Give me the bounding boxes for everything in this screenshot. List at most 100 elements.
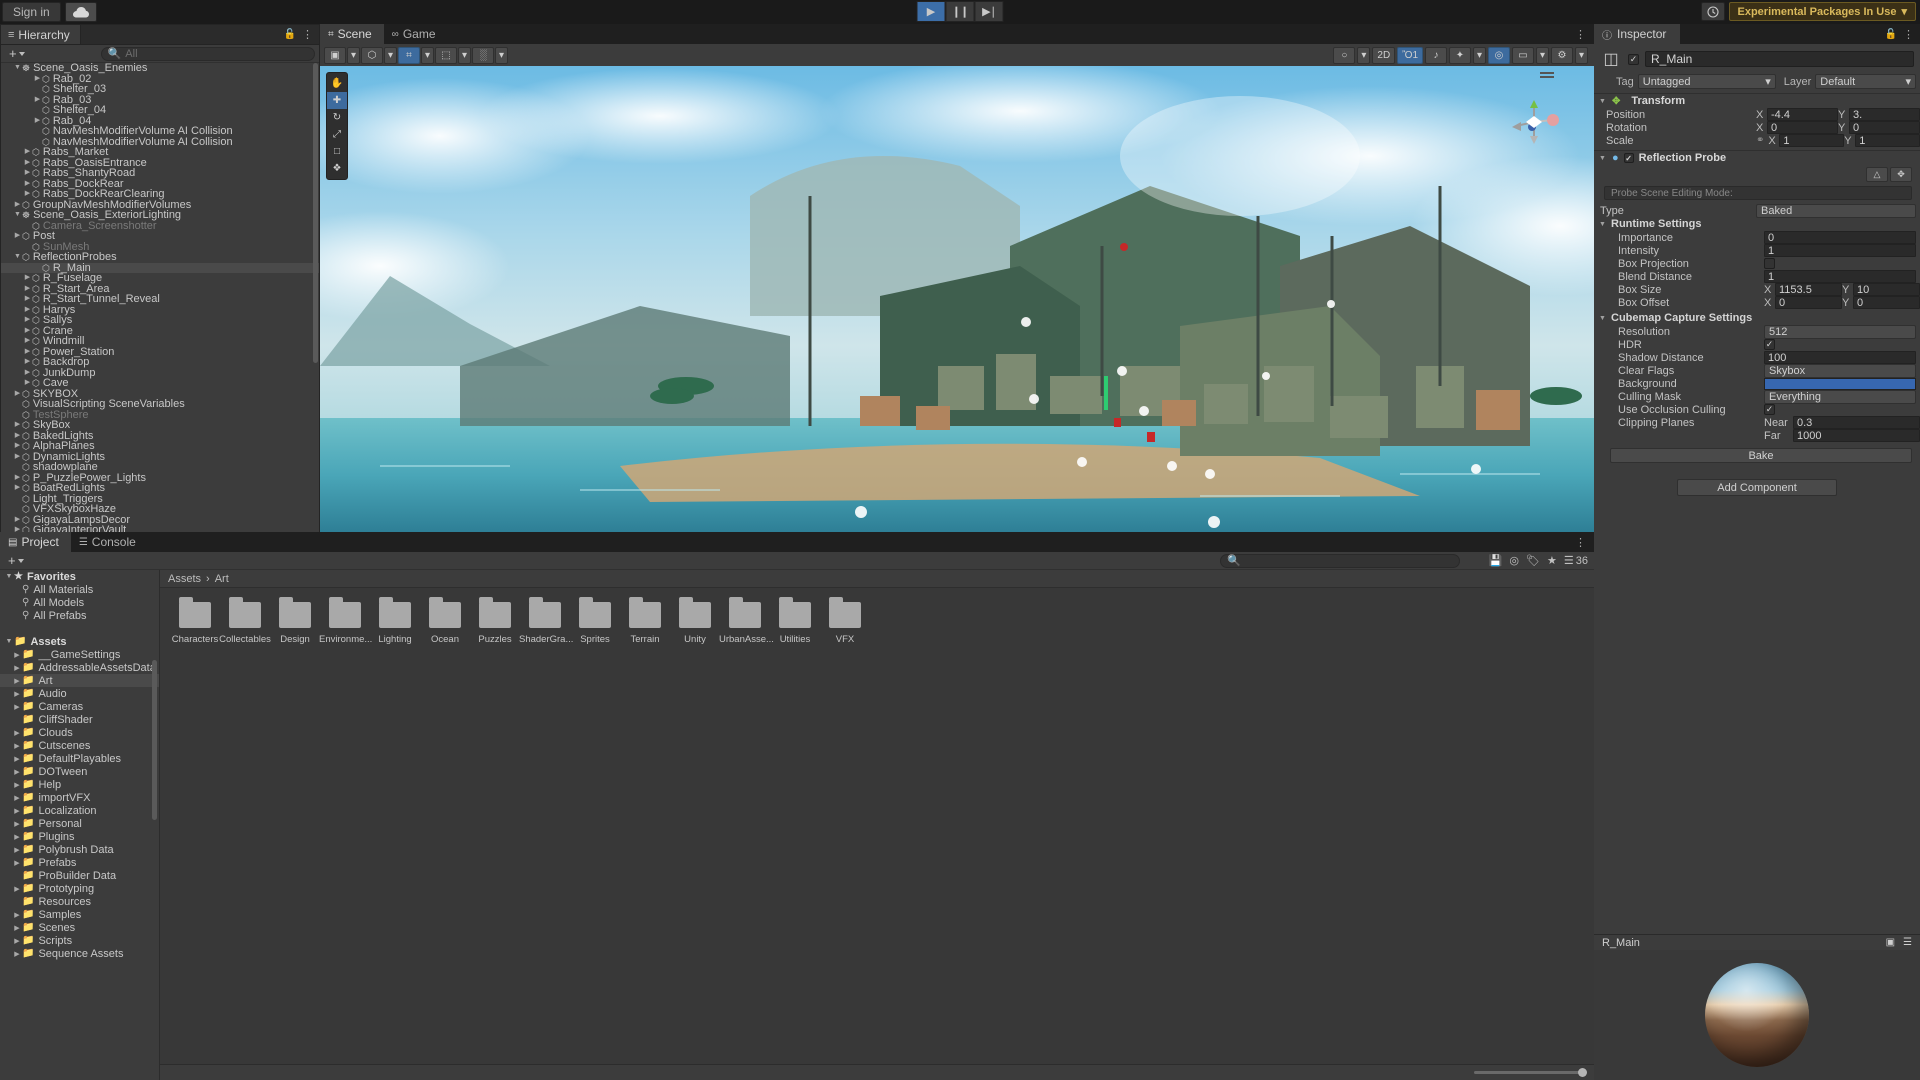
chevron-right-icon[interactable]: ▶ [12, 859, 22, 867]
probe-type-dropdown[interactable]: Baked [1756, 204, 1916, 218]
chevron-right-icon[interactable]: ▶ [12, 768, 22, 776]
foldout-arrow-icon[interactable]: ▼ [1598, 315, 1607, 322]
foldout-arrow-icon[interactable]: ▼ [1598, 155, 1607, 162]
asset-folder-puzzles[interactable]: Puzzles [470, 602, 520, 645]
hierarchy-item-reflectionprobes[interactable]: ▼⬡ReflectionProbes [1, 252, 319, 263]
layer-dropdown[interactable]: Default ▾ [1815, 74, 1916, 89]
transform-rotation-x-input[interactable]: 0 [1767, 121, 1838, 134]
asset-folder-lighting[interactable]: Lighting [370, 602, 420, 645]
tab-game[interactable]: ∞Game [384, 24, 448, 44]
camera-settings-button[interactable]: ▭ [1512, 47, 1534, 64]
hierarchy-item-shadowplane[interactable]: ⬡shadowplane [1, 462, 319, 473]
chevron-right-icon[interactable]: ▶ [33, 74, 42, 85]
experimental-packages-badge[interactable]: Experimental Packages In Use ▾ [1729, 2, 1917, 21]
runtime-intensity-input[interactable]: 1 [1764, 244, 1916, 257]
hierarchy-item-rabs-shantyroad[interactable]: ▶⬡Rabs_ShantyRoad [1, 168, 319, 179]
scene-view-drag-handle-2[interactable] [1540, 76, 1554, 78]
tab-inspector[interactable]: ⓘ Inspector [1594, 24, 1680, 44]
hierarchy-item-scene-oasis-exteriorlighting[interactable]: ▼☸Scene_Oasis_ExteriorLighting [1, 210, 319, 221]
transform-scale-x-input[interactable]: 1 [1779, 134, 1844, 147]
project-tree-item-favorites[interactable]: ▼★Favorites [0, 570, 159, 583]
project-tree-item--gamesettings[interactable]: ▶📁__GameSettings [0, 648, 159, 661]
chevron-right-icon[interactable]: ▶ [12, 820, 22, 828]
history-clock-icon[interactable] [1701, 2, 1725, 21]
gizmos-dropdown[interactable]: ▾ [1575, 47, 1588, 64]
hidden-objects-button[interactable]: ◎ [1488, 47, 1510, 64]
asset-folder-unity[interactable]: Unity [670, 602, 720, 645]
hierarchy-item-shelter-04[interactable]: ⬡Shelter_04 [1, 105, 319, 116]
asset-folder-ocean[interactable]: Ocean [420, 602, 470, 645]
thumbnail-zoom-slider[interactable] [1474, 1071, 1584, 1074]
cubemap-settings-header[interactable]: ▼ Cubemap Capture Settings [1594, 311, 1920, 325]
project-tree-item-prototyping[interactable]: ▶📁Prototyping [0, 882, 159, 895]
rect-tool-icon[interactable]: □ [327, 143, 347, 160]
hierarchy-item-skybox[interactable]: ▶⬡SkyBox [1, 420, 319, 431]
chevron-right-icon[interactable]: ▶ [23, 294, 32, 305]
chevron-right-icon[interactable]: ▶ [23, 378, 32, 389]
chevron-right-icon[interactable]: ▶ [13, 200, 22, 211]
runtime-blend-distance-input[interactable]: 1 [1764, 270, 1916, 283]
scene-menu-icon[interactable]: ⋮ [1567, 24, 1594, 44]
bake-button[interactable]: Bake [1610, 448, 1912, 463]
transform-position-x-input[interactable]: -4.4 [1767, 108, 1838, 121]
scene-viewport[interactable]: ✋✚↻⤢□❖ [320, 66, 1594, 532]
cubemap-background-color-field[interactable] [1764, 378, 1916, 390]
hierarchy-item-r-start-tunnel-reveal[interactable]: ▶⬡R_Start_Tunnel_Reveal [1, 294, 319, 305]
cubemap-hdr-checkbox[interactable]: ✓ [1764, 339, 1775, 350]
pause-button[interactable]: ❙❙ [946, 1, 975, 22]
chevron-right-icon[interactable]: ▶ [23, 368, 32, 379]
chevron-down-icon[interactable]: ▼ [13, 210, 22, 221]
hierarchy-item-rab-03[interactable]: ▶⬡Rab_03 [1, 95, 319, 106]
toggle-2d-button[interactable]: 2D [1372, 47, 1395, 64]
chevron-right-icon[interactable]: ▶ [13, 231, 22, 242]
filter-by-type-icon[interactable]: ◎ [1509, 554, 1519, 567]
chevron-right-icon[interactable]: ▶ [23, 189, 32, 200]
chevron-right-icon[interactable]: ▶ [12, 781, 22, 789]
cubemap-shadow-distance-input[interactable]: 100 [1764, 351, 1916, 364]
scale-tool-icon[interactable]: ⤢ [327, 126, 347, 143]
chevron-right-icon[interactable]: ▶ [12, 911, 22, 919]
runtime-box-size-x-input[interactable]: 1153.5 [1775, 283, 1842, 296]
project-tree-item-all-models[interactable]: ⚲All Models [0, 596, 159, 609]
runtime-importance-input[interactable]: 0 [1764, 231, 1916, 244]
inspector-lock-icon[interactable]: 🔓 [1885, 29, 1897, 40]
project-menu-icon[interactable]: ⋮ [1567, 532, 1594, 552]
cubemap-use-occlusion-culling-checkbox[interactable]: ✓ [1764, 404, 1775, 415]
asset-folder-vfx[interactable]: VFX [820, 602, 870, 645]
project-tree-item-samples[interactable]: ▶📁Samples [0, 908, 159, 921]
project-tree-item-scripts[interactable]: ▶📁Scripts [0, 934, 159, 947]
transform-scale-y-input[interactable]: 1 [1855, 134, 1920, 147]
chevron-right-icon[interactable]: ▶ [33, 116, 42, 127]
chevron-right-icon[interactable]: ▶ [13, 431, 22, 442]
create-asset-button[interactable]: + [4, 553, 28, 568]
asset-folder-terrain[interactable]: Terrain [620, 602, 670, 645]
chevron-right-icon[interactable]: ▶ [23, 347, 32, 358]
chevron-right-icon[interactable]: ▶ [23, 158, 32, 169]
reflection-probe-component-header[interactable]: ▼ ● ✓ Reflection Probe [1594, 150, 1920, 165]
project-tree-item-cutscenes[interactable]: ▶📁Cutscenes [0, 739, 159, 752]
camera-settings-dropdown[interactable]: ▾ [1536, 47, 1549, 64]
fx-button[interactable]: ✦ [1449, 47, 1471, 64]
project-tree-scrollbar[interactable] [152, 660, 157, 820]
breadcrumb[interactable]: Assets›Art [160, 570, 1594, 588]
chevron-right-icon[interactable]: ▶ [12, 846, 22, 854]
inspector-menu-icon[interactable]: ⋮ [1903, 28, 1914, 41]
chevron-right-icon[interactable]: ▶ [12, 924, 22, 932]
shading-mode-dropdown[interactable]: ▾ [347, 47, 360, 64]
cubemap-clipping-planes-near-input[interactable]: 0.3 [1793, 416, 1920, 429]
gameobject-enabled-checkbox[interactable]: ✓ [1628, 54, 1639, 65]
chevron-right-icon[interactable]: ▶ [12, 664, 22, 672]
transform-tool-icon[interactable]: ❖ [327, 160, 347, 177]
asset-folder-grid[interactable]: CharactersCollectablesDesignEnvironme...… [160, 588, 1594, 659]
create-gameobject-button[interactable]: + [5, 46, 29, 61]
camera-preview-button[interactable]: ○ [1333, 47, 1355, 64]
grid-snapping-dropdown[interactable]: ▾ [495, 47, 508, 64]
project-tree-item-help[interactable]: ▶📁Help [0, 778, 159, 791]
chevron-right-icon[interactable]: ▶ [13, 483, 22, 494]
chevron-right-icon[interactable]: ▶ [12, 807, 22, 815]
project-tree-item-all-prefabs[interactable]: ⚲All Prefabs [0, 609, 159, 622]
tab-scene[interactable]: ⌗Scene [320, 24, 384, 44]
hierarchy-item-rab-02[interactable]: ▶⬡Rab_02 [1, 74, 319, 85]
chevron-down-icon[interactable]: ▼ [4, 638, 14, 645]
chevron-right-icon[interactable]: ▶ [12, 677, 22, 685]
